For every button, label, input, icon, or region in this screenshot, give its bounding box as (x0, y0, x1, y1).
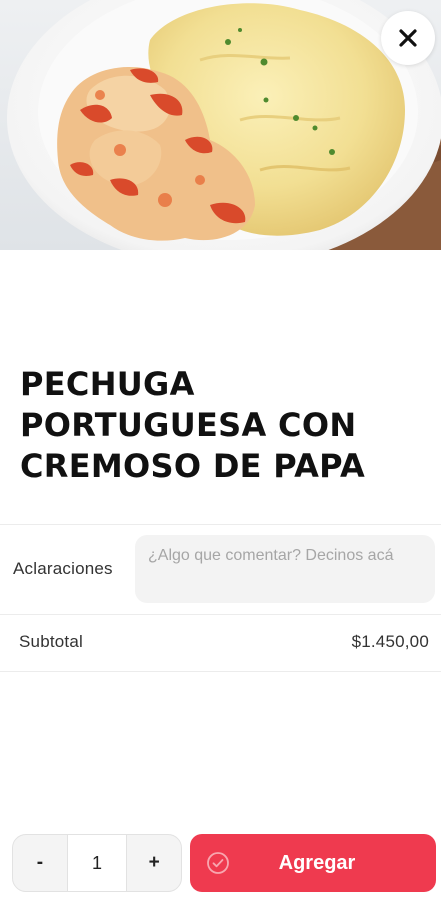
divider (0, 614, 441, 615)
clarifications-label: Aclaraciones (13, 559, 113, 578)
product-title-line-1: PECHUGA (20, 365, 195, 403)
quantity-stepper: - 1 + (12, 834, 182, 892)
divider (0, 524, 441, 525)
subtotal-label: Subtotal (19, 632, 83, 651)
clarifications-input[interactable] (135, 535, 435, 603)
subtotal-amount: $1.450,00 (351, 632, 429, 651)
add-button-label: Agregar (278, 851, 356, 874)
check-circle-icon (207, 852, 229, 874)
product-title-line-2: PORTUGUESA CON (20, 406, 357, 444)
product-image (0, 0, 441, 250)
add-to-cart-button[interactable]: Agregar (190, 834, 436, 892)
close-button[interactable] (381, 11, 435, 65)
plated-food-illustration (0, 0, 441, 250)
decrement-button[interactable]: - (13, 835, 67, 891)
close-icon (399, 29, 417, 47)
quantity-value: 1 (66, 835, 128, 891)
divider (0, 671, 441, 672)
product-title-line-3: CREMOSO DE PAPA (20, 447, 366, 485)
product-title: PECHUGA PORTUGUESA CON CREMOSO DE PAPA (20, 364, 420, 487)
increment-button[interactable]: + (127, 835, 181, 891)
